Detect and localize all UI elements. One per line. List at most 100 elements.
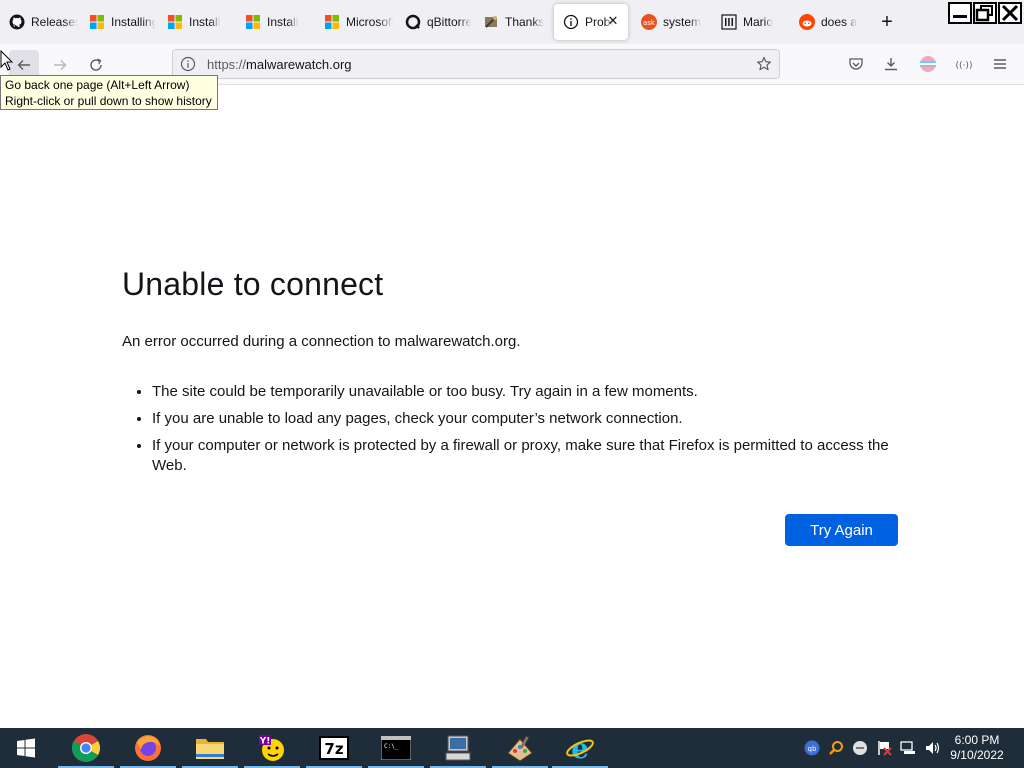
internet-explorer-icon: e	[566, 733, 594, 763]
volume-icon[interactable]	[924, 740, 940, 756]
tab-label: Thanks	[505, 15, 545, 29]
search-tray-icon[interactable]	[828, 740, 844, 756]
minimize-button[interactable]	[948, 2, 972, 24]
tab-install-2[interactable]: Install	[236, 4, 312, 40]
address-bar[interactable]: https://malwarewatch.org	[172, 49, 780, 79]
network-computer-icon	[445, 735, 471, 761]
error-description: An error occurred during a connection to…	[122, 333, 521, 350]
taskbar-file-explorer[interactable]	[180, 728, 240, 768]
tab-reddit[interactable]: does a	[790, 4, 866, 40]
url-text[interactable]: https://malwarewatch.org	[203, 57, 749, 72]
tooltip-line-1: Go back one page (Alt+Left Arrow)	[5, 78, 190, 92]
firefox-icon	[135, 735, 161, 761]
tab-installing[interactable]: Installing	[80, 4, 156, 40]
arrow-left-icon	[17, 60, 30, 70]
restore-button[interactable]	[973, 2, 997, 24]
taskbar-chrome[interactable]	[56, 728, 116, 768]
windows-taskbar: Y! 7z C:\_ e qb 6:00 PM 9/10/2022	[0, 728, 1024, 768]
site-info-icon[interactable]	[173, 56, 203, 72]
tab-label: Mario	[743, 15, 774, 29]
pocket-icon[interactable]	[846, 54, 866, 74]
github-icon	[9, 14, 25, 30]
paint-icon	[507, 736, 533, 762]
system-clock[interactable]: 6:00 PM 9/10/2022	[944, 733, 1010, 763]
taskbar-7zip[interactable]: 7z	[304, 728, 364, 768]
taskbar-command-prompt[interactable]: C:\_	[366, 728, 426, 768]
clock-time: 6:00 PM	[954, 733, 1000, 747]
svg-text:Y!: Y!	[259, 737, 271, 747]
microsoft-icon	[167, 14, 183, 30]
close-tab-icon[interactable]: ✕	[606, 14, 620, 28]
new-tab-button[interactable]: +	[877, 12, 897, 32]
tab-label: Install	[189, 15, 221, 29]
ask-icon: ask	[641, 14, 657, 30]
tab-mario[interactable]: Mario	[712, 4, 788, 40]
mouse-cursor-icon	[0, 49, 14, 77]
tab-microsoft[interactable]: Microsoft	[315, 4, 393, 40]
taskbar-paint[interactable]	[490, 728, 550, 768]
svg-text:e: e	[571, 733, 589, 763]
try-again-button[interactable]: Try Again	[785, 514, 898, 546]
svg-text:ask: ask	[643, 19, 656, 27]
url-protocol: https://	[207, 56, 247, 72]
tab-label: system	[663, 15, 702, 29]
close-window-button[interactable]	[998, 2, 1022, 24]
browser-window: Releases Installing Install Install Micr	[0, 0, 1024, 768]
bookmark-star-icon[interactable]	[749, 56, 779, 72]
yahoo-messenger-icon: Y!	[259, 735, 284, 761]
chat-tray-icon[interactable]	[852, 740, 868, 756]
list-item: The site could be temporarily unavailabl…	[152, 382, 902, 402]
microsoft-icon	[245, 14, 261, 30]
chrome-icon	[72, 734, 100, 762]
wrench-icon	[483, 14, 499, 30]
tab-label: does a	[821, 15, 858, 29]
taskbar-internet-explorer[interactable]: e	[550, 728, 610, 768]
list-item: If your computer or network is protected…	[152, 436, 902, 476]
account-avatar-icon[interactable]	[918, 54, 938, 74]
taskbar-firefox[interactable]	[118, 728, 178, 768]
tab-install[interactable]: Install	[158, 4, 234, 40]
clock-date: 9/10/2022	[950, 748, 1004, 762]
command-prompt-icon: C:\_	[381, 736, 411, 760]
menu-hamburger-icon[interactable]	[990, 54, 1010, 74]
tab-thanks[interactable]: Thanks	[474, 4, 550, 40]
list-item: If you are unable to load any pages, che…	[152, 409, 902, 429]
tab-label: qBittorrent	[427, 15, 472, 29]
taskbar-network[interactable]	[428, 728, 488, 768]
action-center-flag-icon[interactable]	[876, 740, 892, 756]
microsoft-icon	[324, 14, 340, 30]
back-button-tooltip: Go back one page (Alt+Left Arrow) Right-…	[0, 75, 218, 110]
reddit-icon	[799, 14, 815, 30]
extension-icon[interactable]: ((·))	[954, 54, 974, 74]
tab-strip: Releases Installing Install Install Micr	[0, 0, 1024, 44]
tab-label: Microsoft	[346, 15, 393, 29]
reload-icon	[90, 58, 102, 71]
network-tray-icon[interactable]	[900, 740, 916, 756]
tab-system[interactable]: ask system	[632, 4, 710, 40]
svg-text:((·)): ((·))	[956, 61, 973, 70]
error-title: Unable to connect	[122, 266, 384, 302]
info-icon	[563, 14, 579, 30]
error-page: Unable to connect An error occurred duri…	[122, 266, 902, 483]
url-host: malwarewatch.org	[246, 56, 352, 72]
error-suggestions-list: The site could be temporarily unavailabl…	[122, 382, 902, 476]
windows-logo-icon	[17, 738, 35, 758]
svg-text:C:\_: C:\_	[384, 743, 399, 750]
tab-qbittorrent[interactable]: qBittorrent	[396, 4, 472, 40]
file-explorer-icon	[196, 739, 224, 759]
taskbar-yahoo-messenger[interactable]: Y!	[242, 728, 302, 768]
tooltip-line-2: Right-click or pull down to show history	[5, 94, 212, 108]
qbittorrent-icon	[405, 14, 421, 30]
museum-icon	[721, 14, 737, 30]
svg-text:qb: qb	[808, 745, 817, 753]
svg-text:7z: 7z	[324, 740, 343, 758]
tab-label: Install	[267, 15, 299, 29]
tab-releases[interactable]: Releases	[0, 4, 78, 40]
tab-label: Releases	[31, 15, 78, 29]
start-button[interactable]	[0, 728, 52, 768]
microsoft-icon	[89, 14, 105, 30]
7zip-icon: 7z	[319, 736, 349, 760]
tab-problem-active[interactable]: Problem ✕	[554, 4, 628, 40]
downloads-icon[interactable]	[881, 54, 901, 74]
language-icon[interactable]: qb	[804, 740, 820, 756]
